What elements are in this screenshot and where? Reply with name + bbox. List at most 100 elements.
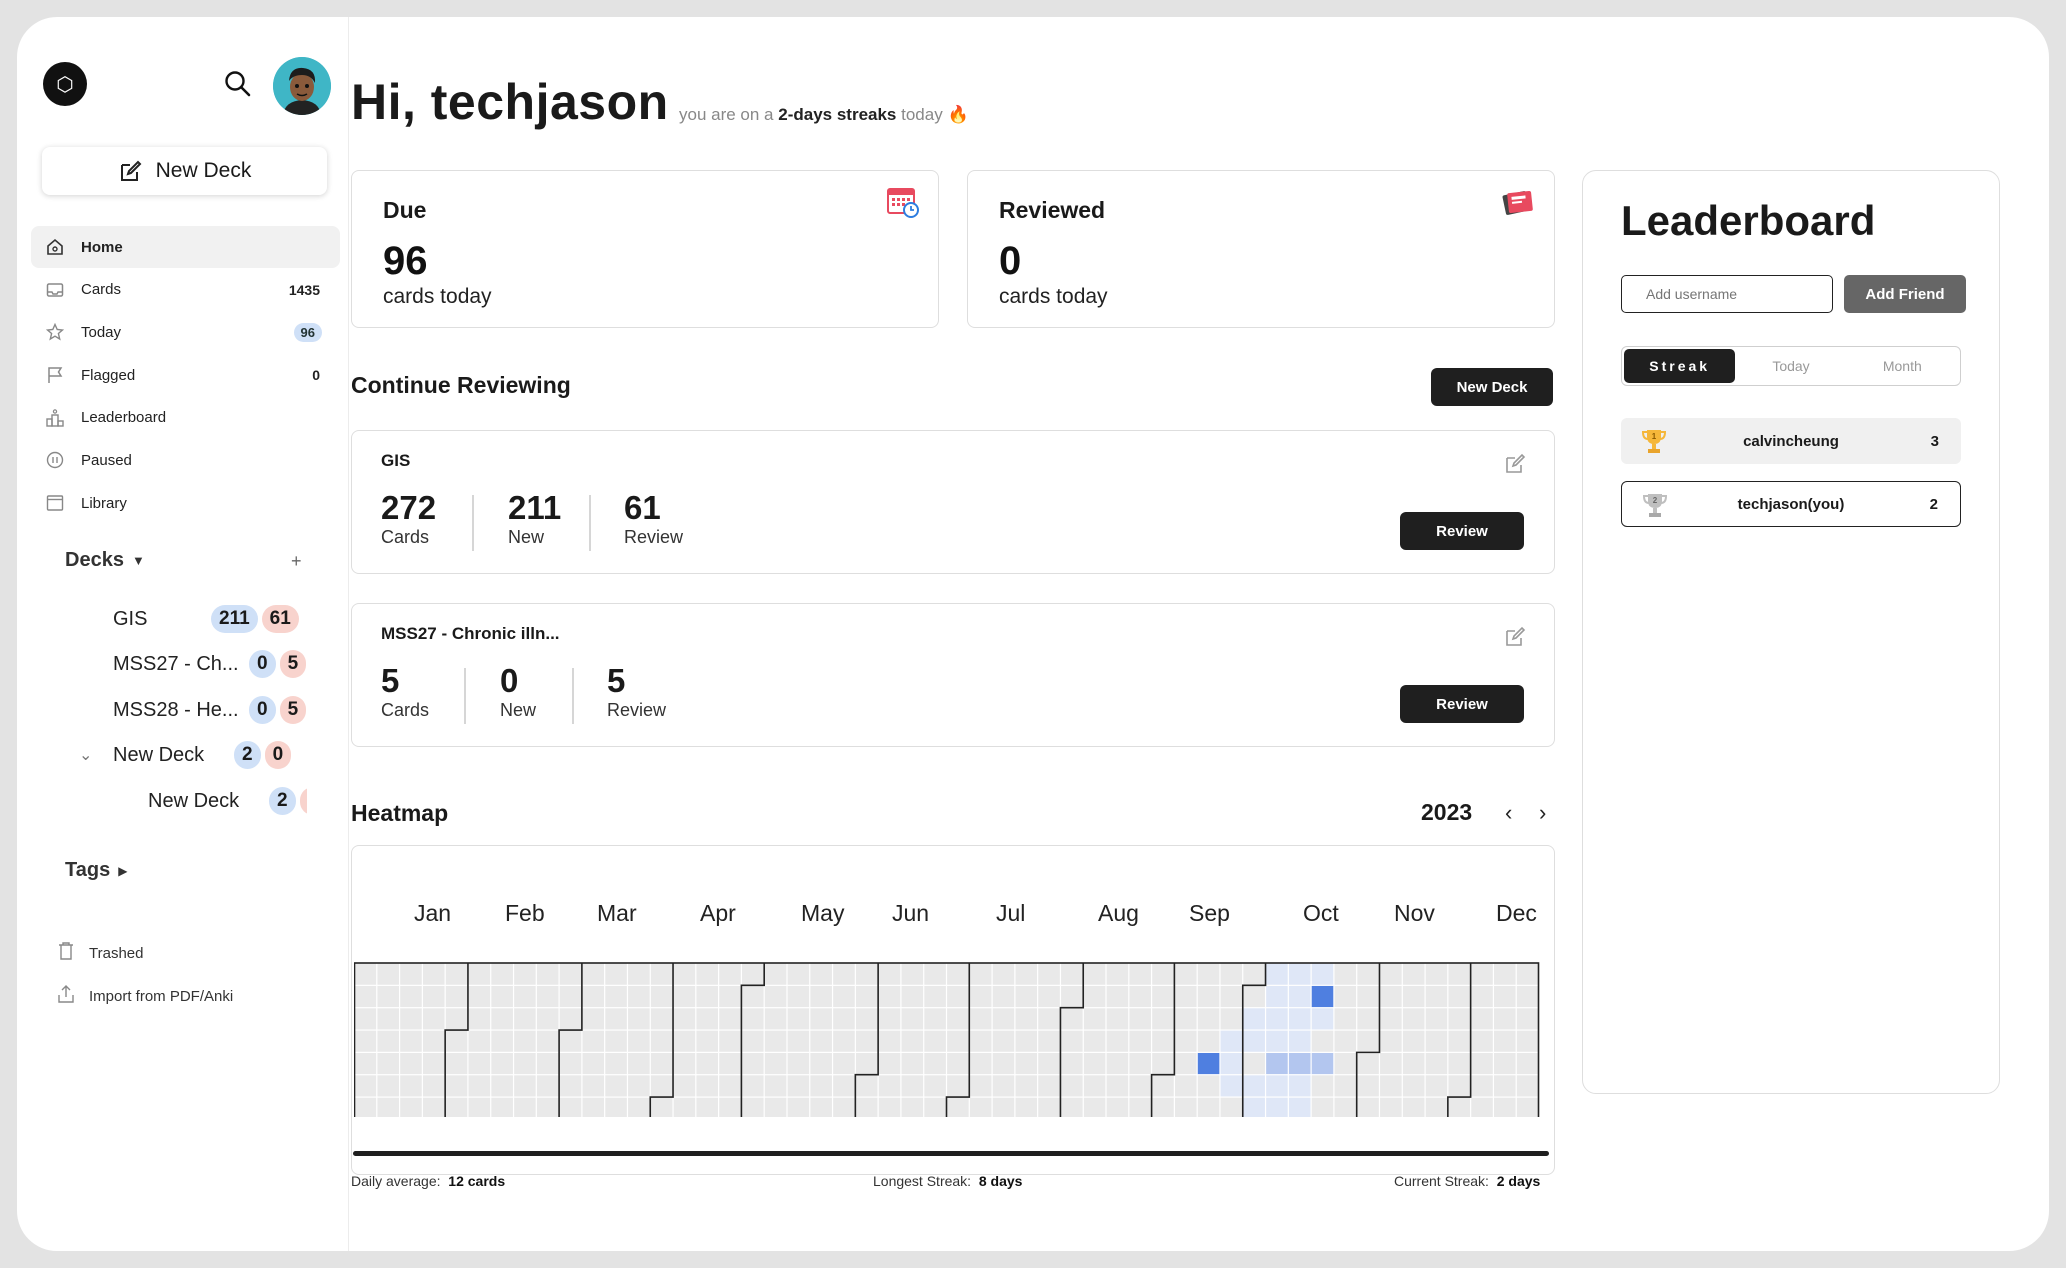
heatmap-cell[interactable] xyxy=(764,1052,787,1075)
heatmap-cell[interactable] xyxy=(650,1075,673,1097)
heatmap-cell[interactable] xyxy=(878,1075,901,1097)
heatmap-cell[interactable] xyxy=(1448,1052,1471,1075)
heatmap-cell[interactable] xyxy=(855,1097,878,1117)
heatmap-cell[interactable] xyxy=(1106,1097,1129,1117)
heatmap-cell[interactable] xyxy=(764,1008,787,1030)
heatmap-cell[interactable] xyxy=(354,985,377,1008)
chevron-down-icon[interactable]: ⌄ xyxy=(79,745,113,765)
heatmap-cell[interactable] xyxy=(514,1052,536,1075)
heatmap-cell[interactable] xyxy=(1448,963,1471,985)
heatmap-cell[interactable] xyxy=(1402,1097,1425,1117)
heatmap-cell[interactable] xyxy=(992,1097,1015,1117)
deck-item-new-deck-parent[interactable]: ⌄ New Deck 2 0 xyxy=(79,738,292,772)
review-button[interactable]: Review xyxy=(1400,512,1524,550)
heatmap-cell[interactable] xyxy=(559,985,582,1008)
heatmap-cell[interactable] xyxy=(1083,1030,1106,1052)
heatmap-cell[interactable] xyxy=(1220,1075,1243,1097)
heatmap-cell[interactable] xyxy=(468,1097,491,1117)
heatmap-cell[interactable] xyxy=(1152,1052,1174,1075)
heatmap-cell[interactable] xyxy=(582,1075,605,1097)
heatmap-cell[interactable] xyxy=(400,985,422,1008)
heatmap-cell[interactable] xyxy=(1015,1075,1038,1097)
heatmap-cell[interactable] xyxy=(1083,1008,1106,1030)
heatmap-cell[interactable] xyxy=(468,1052,491,1075)
heatmap-cell[interactable] xyxy=(1174,1030,1197,1052)
heatmap-cell[interactable] xyxy=(947,963,969,985)
tab-today[interactable]: Today xyxy=(1735,349,1846,383)
heatmap-cell[interactable] xyxy=(1448,985,1471,1008)
heatmap-cell[interactable] xyxy=(650,1052,673,1075)
heatmap-cell[interactable] xyxy=(1266,985,1288,1008)
heatmap-cell[interactable] xyxy=(787,1008,810,1030)
heatmap-cell[interactable] xyxy=(1106,1030,1129,1052)
heatmap-cell[interactable] xyxy=(1083,1075,1106,1097)
heatmap-cell[interactable] xyxy=(1380,1052,1402,1075)
heatmap-cell[interactable] xyxy=(400,1075,422,1097)
heatmap-cell[interactable] xyxy=(1083,963,1106,985)
heatmap-cell[interactable] xyxy=(1015,1052,1038,1075)
heatmap-cell[interactable] xyxy=(491,1075,513,1097)
heatmap-cell[interactable] xyxy=(422,1030,445,1052)
heatmap-cell[interactable] xyxy=(1197,985,1220,1008)
heatmap-cell[interactable] xyxy=(1311,985,1334,1008)
heatmap-cell[interactable] xyxy=(742,985,764,1008)
heatmap-cell[interactable] xyxy=(947,1052,969,1075)
heatmap-cell[interactable] xyxy=(1197,963,1220,985)
heatmap-cell[interactable] xyxy=(1129,1075,1151,1097)
heatmap-cell[interactable] xyxy=(605,1052,627,1075)
heatmap-cell[interactable] xyxy=(1516,963,1539,985)
heatmap-cell[interactable] xyxy=(377,1075,399,1097)
heatmap-cell[interactable] xyxy=(924,1052,946,1075)
heatmap-cell[interactable] xyxy=(787,985,810,1008)
heatmap-cell[interactable] xyxy=(559,963,582,985)
heatmap-cell[interactable] xyxy=(1061,985,1083,1008)
heatmap-cell[interactable] xyxy=(1471,1075,1493,1097)
heatmap-cell[interactable] xyxy=(514,985,536,1008)
heatmap-cell[interactable] xyxy=(833,985,855,1008)
heatmap-cell[interactable] xyxy=(1015,963,1038,985)
heatmap-cell[interactable] xyxy=(354,1052,377,1075)
heatmap-cell[interactable] xyxy=(1288,1008,1311,1030)
heatmap-cell[interactable] xyxy=(1015,1097,1038,1117)
heatmap-cell[interactable] xyxy=(742,1075,764,1097)
heatmap-cell[interactable] xyxy=(969,985,992,1008)
heatmap-cell[interactable] xyxy=(1152,963,1174,985)
heatmap-cell[interactable] xyxy=(536,1008,559,1030)
heatmap-cell[interactable] xyxy=(696,985,719,1008)
heatmap-cell[interactable] xyxy=(1425,1052,1448,1075)
heatmap-cell[interactable] xyxy=(491,1008,513,1030)
heatmap-cell[interactable] xyxy=(605,1097,627,1117)
heatmap-cell[interactable] xyxy=(742,1052,764,1075)
heatmap-cell[interactable] xyxy=(1288,1097,1311,1117)
heatmap-cell[interactable] xyxy=(605,1075,627,1097)
heatmap-cell[interactable] xyxy=(1243,1030,1265,1052)
heatmap-cell[interactable] xyxy=(1494,963,1516,985)
heatmap-cell[interactable] xyxy=(559,1075,582,1097)
heatmap-cell[interactable] xyxy=(1174,1008,1197,1030)
heatmap-cell[interactable] xyxy=(696,1052,719,1075)
heatmap-cell[interactable] xyxy=(947,1030,969,1052)
heatmap-cell[interactable] xyxy=(810,1097,832,1117)
heatmap-cell[interactable] xyxy=(422,1052,445,1075)
heatmap-cell[interactable] xyxy=(1380,1008,1402,1030)
heatmap-cell[interactable] xyxy=(1038,985,1060,1008)
heatmap-cell[interactable] xyxy=(1220,985,1243,1008)
deck-item-new-deck-child[interactable]: New Deck 2 0 xyxy=(148,784,307,818)
heatmap-cell[interactable] xyxy=(1471,1052,1493,1075)
heatmap-cell[interactable] xyxy=(468,1030,491,1052)
heatmap-cell[interactable] xyxy=(1425,963,1448,985)
heatmap-cell[interactable] xyxy=(628,1030,650,1052)
trashed-link[interactable]: Trashed xyxy=(57,941,143,965)
heatmap-cell[interactable] xyxy=(673,1097,696,1117)
heatmap-cell[interactable] xyxy=(605,963,627,985)
heatmap-cell[interactable] xyxy=(810,1008,832,1030)
heatmap-cell[interactable] xyxy=(468,985,491,1008)
heatmap-cell[interactable] xyxy=(559,1052,582,1075)
heatmap-cell[interactable] xyxy=(650,963,673,985)
heatmap-cell[interactable] xyxy=(764,1030,787,1052)
heatmap-cell[interactable] xyxy=(878,1052,901,1075)
heatmap-cell[interactable] xyxy=(855,1030,878,1052)
heatmap-cell[interactable] xyxy=(878,963,901,985)
heatmap-cell[interactable] xyxy=(1357,1052,1379,1075)
heatmap-cell[interactable] xyxy=(810,1030,832,1052)
